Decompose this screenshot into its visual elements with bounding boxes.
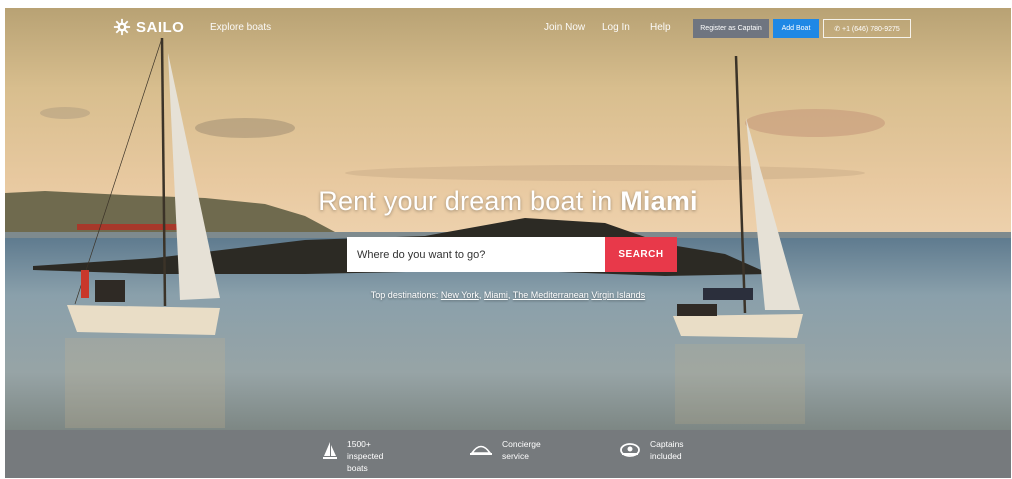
join-now-link[interactable]: Join Now bbox=[544, 22, 585, 33]
features-bar: 1500+ inspected boats Concierge service bbox=[5, 430, 1011, 478]
feature-1-line1: 1500+ bbox=[347, 439, 371, 449]
destination-link-miami[interactable]: Miami bbox=[484, 290, 508, 300]
captain-hat-icon bbox=[620, 443, 640, 457]
explore-boats-link[interactable]: Explore boats bbox=[210, 22, 271, 33]
top-destinations-label: Top destinations: bbox=[370, 290, 439, 300]
hero-title-city: Miami bbox=[620, 186, 698, 216]
top-navigation: SAILO Explore boats Join Now Log In Help… bbox=[5, 8, 1011, 48]
feature-captains-included: Captains included bbox=[620, 438, 684, 462]
feature-3-line1: Captains bbox=[650, 439, 684, 449]
feature-3-line2: included bbox=[650, 451, 682, 461]
feature-1-line3: boats bbox=[347, 463, 368, 473]
hero-title: Rent your dream boat in Miami bbox=[5, 186, 1011, 217]
phone-number: +1 (646) 780-9275 bbox=[842, 26, 900, 33]
add-boat-button[interactable]: Add Boat bbox=[773, 19, 819, 38]
feature-inspected-boats: 1500+ inspected boats bbox=[323, 438, 383, 474]
feature-2-line2: service bbox=[502, 451, 529, 461]
feature-concierge-service: Concierge service bbox=[470, 438, 541, 462]
logo-text: SAILO bbox=[136, 18, 185, 36]
page: SAILO Explore boats Join Now Log In Help… bbox=[5, 8, 1011, 478]
hero-title-prefix: Rent your dream boat in bbox=[318, 186, 613, 216]
destination-link-mediterranean[interactable]: The Mediterranean bbox=[513, 290, 589, 300]
phone-icon: ✆ bbox=[834, 26, 842, 33]
destination-search-input[interactable] bbox=[347, 237, 605, 272]
destination-link-virgin-islands[interactable]: Virgin Islands bbox=[591, 290, 645, 300]
concierge-icon bbox=[470, 445, 492, 455]
sailboat-icon bbox=[323, 442, 337, 459]
feature-1-line2: inspected bbox=[347, 451, 384, 461]
top-destinations: Top destinations: New York, Miami, The M… bbox=[370, 290, 646, 300]
sailo-logo[interactable]: SAILO bbox=[113, 18, 184, 36]
search-button[interactable]: SEARCH bbox=[605, 237, 677, 272]
gear-logo-icon bbox=[113, 18, 131, 36]
help-link[interactable]: Help bbox=[650, 22, 671, 33]
search-bar: SEARCH bbox=[347, 237, 677, 272]
phone-button[interactable]: ✆ +1 (646) 780-9275 bbox=[823, 19, 911, 38]
log-in-link[interactable]: Log In bbox=[602, 22, 630, 33]
destination-link-new-york[interactable]: New York bbox=[441, 290, 479, 300]
feature-2-line1: Concierge bbox=[502, 439, 541, 449]
register-as-captain-button[interactable]: Register as Captain bbox=[693, 19, 769, 38]
